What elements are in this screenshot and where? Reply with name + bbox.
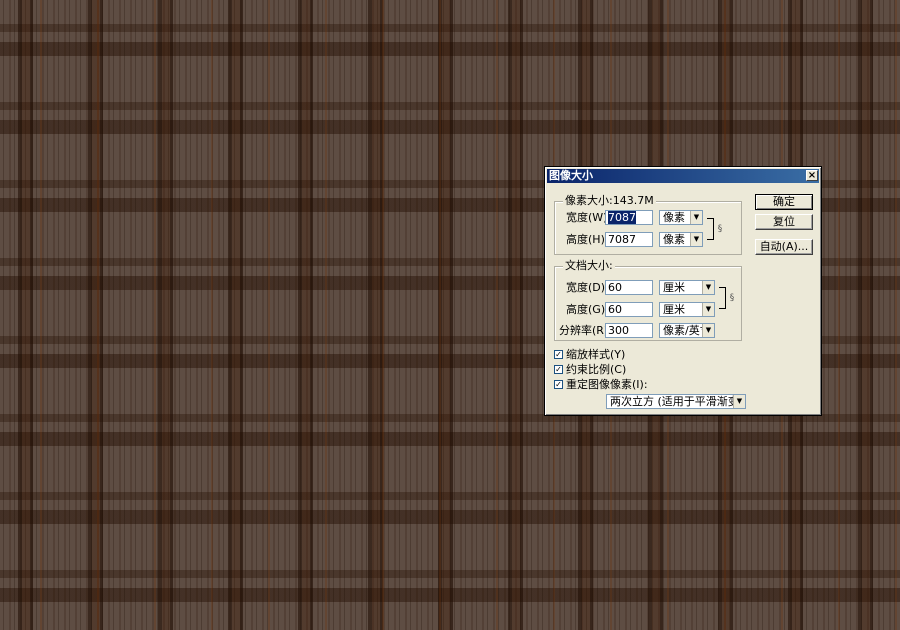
chevron-down-icon[interactable]: ▼: [702, 324, 714, 337]
doc-height-input[interactable]: 60: [605, 302, 653, 317]
pixel-width-unit-select[interactable]: 像素 ▼: [659, 210, 703, 225]
constrain-proportions-label[interactable]: 约束比例(C): [566, 363, 626, 377]
resample-method-select[interactable]: 两次立方 (适用于平滑渐变) ▼: [606, 394, 746, 409]
scale-styles-label[interactable]: 缩放样式(Y): [566, 348, 625, 362]
resolution-input[interactable]: 300: [605, 323, 653, 338]
doc-width-input[interactable]: 60: [605, 280, 653, 295]
resolution-label: 分辨率(R):: [559, 324, 612, 337]
dialog-titlebar[interactable]: 图像大小 ×: [547, 169, 819, 183]
resample-checkbox[interactable]: ✓: [554, 380, 563, 389]
pixel-height-label: 高度(H):: [566, 233, 609, 246]
doc-height-unit-value: 厘米: [663, 303, 685, 316]
resample-method-value: 两次立方 (适用于平滑渐变): [610, 395, 744, 408]
scale-styles-checkbox[interactable]: ✓: [554, 350, 563, 359]
chain-link-icon: §: [729, 293, 735, 303]
doc-height-unit-select[interactable]: 厘米 ▼: [659, 302, 715, 317]
reset-button[interactable]: 复位: [755, 214, 813, 230]
doc-link-bracket: [719, 287, 726, 309]
chevron-down-icon[interactable]: ▼: [690, 233, 702, 246]
pixel-width-unit-value: 像素: [663, 211, 685, 224]
resolution-value: 300: [608, 324, 629, 337]
chevron-down-icon[interactable]: ▼: [690, 211, 702, 224]
pixel-height-value: 7087: [608, 233, 636, 246]
ok-button[interactable]: 确定: [755, 194, 813, 210]
resolution-unit-select[interactable]: 像素/英寸 ▼: [659, 323, 715, 338]
pixel-width-input[interactable]: 7087: [605, 210, 653, 225]
pixel-height-unit-value: 像素: [663, 233, 685, 246]
doc-width-unit-value: 厘米: [663, 281, 685, 294]
pixel-link-bracket: [707, 218, 714, 240]
pixel-height-input[interactable]: 7087: [605, 232, 653, 247]
doc-width-value: 60: [608, 281, 622, 294]
doc-height-value: 60: [608, 303, 622, 316]
resample-label[interactable]: 重定图像像素(I):: [566, 378, 648, 392]
chevron-down-icon[interactable]: ▼: [702, 303, 714, 316]
constrain-proportions-checkbox[interactable]: ✓: [554, 365, 563, 374]
doc-width-label: 宽度(D):: [566, 281, 609, 294]
pixel-height-unit-select[interactable]: 像素 ▼: [659, 232, 703, 247]
close-icon[interactable]: ×: [806, 170, 818, 181]
image-size-dialog: 图像大小 × 像素大小:143.7M 宽度(W): 7087 像素 ▼ 高度(H…: [544, 166, 822, 416]
document-size-label: 文档大小:: [563, 259, 615, 272]
chain-link-icon: §: [717, 224, 723, 234]
auto-button[interactable]: 自动(A)...: [755, 239, 813, 255]
dialog-title: 图像大小: [549, 169, 593, 182]
doc-width-unit-select[interactable]: 厘米 ▼: [659, 280, 715, 295]
chevron-down-icon[interactable]: ▼: [702, 281, 714, 294]
pixel-dimensions-label: 像素大小:143.7M: [563, 194, 656, 207]
chevron-down-icon[interactable]: ▼: [733, 395, 745, 408]
pixel-width-value: 7087: [608, 211, 636, 224]
doc-height-label: 高度(G):: [566, 303, 609, 316]
